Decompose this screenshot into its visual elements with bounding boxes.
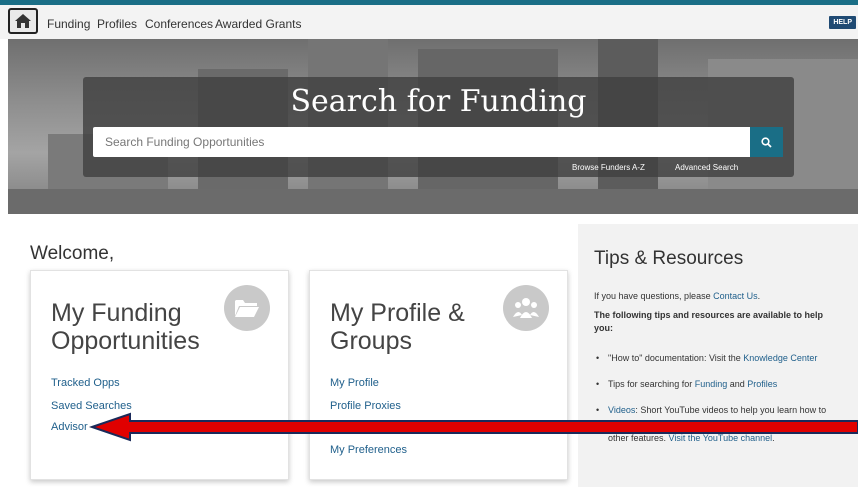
annotation-arrow [88,412,858,442]
